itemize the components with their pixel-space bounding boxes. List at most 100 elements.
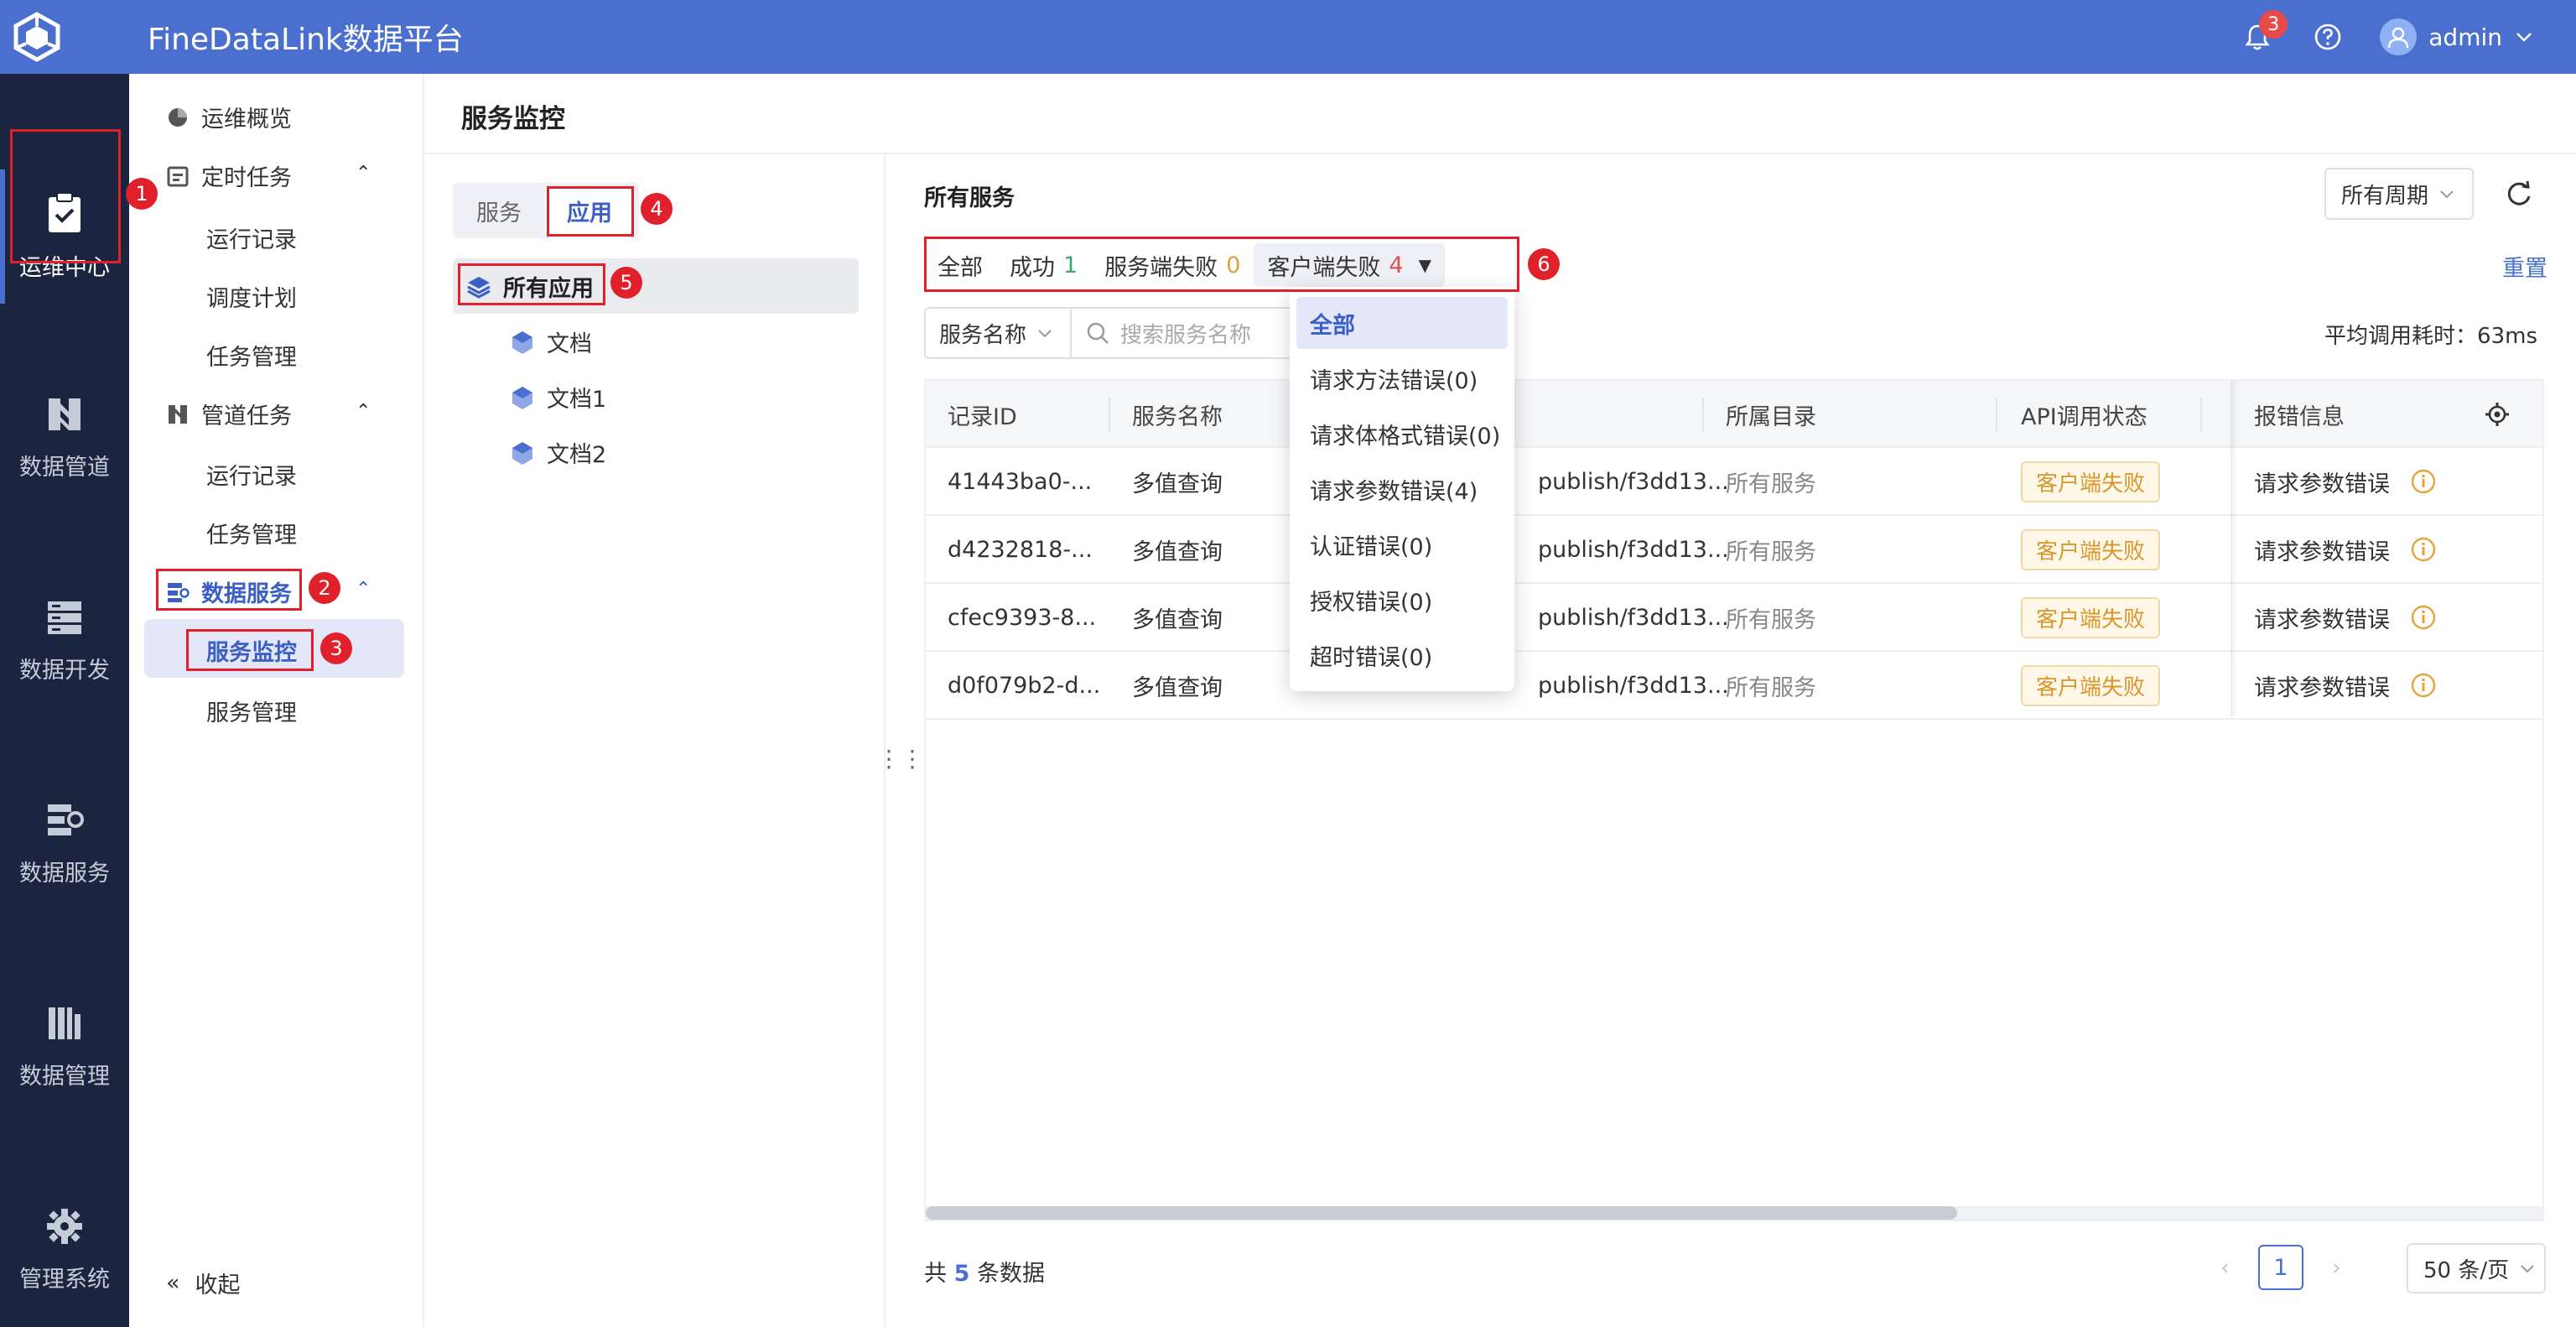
tree-node-doc1[interactable]: 文档1: [510, 381, 606, 414]
username: admin: [2428, 23, 2502, 51]
app-tree-panel: 服务 应用 所有应用 文档 文档1 文档2: [424, 154, 886, 1327]
total-count: 共 5 条数据: [924, 1261, 1045, 1287]
dropdown-option-method-error[interactable]: 请求方法错误(0): [1296, 352, 1508, 404]
service-icon: [48, 804, 84, 835]
refresh-button[interactable]: [2501, 176, 2537, 213]
help-icon: [2314, 23, 2341, 50]
annotation-marker-3: 3: [320, 632, 352, 664]
rail-label: 管理系统: [19, 1266, 110, 1293]
tree-node-doc2[interactable]: 文档2: [510, 436, 606, 469]
user-menu[interactable]: admin: [2380, 18, 2534, 55]
error-info-icon[interactable]: [2410, 448, 2437, 515]
col-divider: [2200, 398, 2202, 431]
table-row[interactable]: d0f079b2-d... 多值查询 publish/f3dd13... 所有服…: [926, 652, 2542, 720]
cube-icon: [512, 441, 532, 465]
col-catalog: 所属目录: [1726, 403, 1816, 430]
annotation-box-5: [458, 263, 605, 305]
rail-item-data-service[interactable]: 数据服务: [0, 777, 129, 911]
annotation-marker-4: 4: [641, 193, 673, 225]
prev-page-button[interactable]: ‹: [2220, 1255, 2230, 1281]
pipeline-icon: [49, 398, 80, 430]
nav-group-pipeline-tasks[interactable]: 管道任务: [166, 398, 292, 430]
error-info-icon[interactable]: [2410, 516, 2437, 583]
col-api-status: API调用状态: [2021, 403, 2148, 430]
dropdown-option-body-format-error[interactable]: 请求体格式错误(0): [1296, 408, 1508, 460]
col-error-info: 报错信息: [2254, 403, 2345, 430]
rail-item-admin[interactable]: 管理系统: [0, 1183, 129, 1317]
dropdown-option-auth-error[interactable]: 认证错误(0): [1296, 518, 1508, 570]
page-title: 服务监控: [461, 104, 565, 134]
avatar: [2380, 18, 2418, 55]
app-logo[interactable]: [0, 0, 74, 74]
tree-node-doc[interactable]: 文档: [510, 325, 592, 358]
dropdown-option-timeout-error[interactable]: 超时错误(0): [1296, 629, 1508, 681]
nav-item-task-mgmt[interactable]: 任务管理: [206, 339, 297, 372]
rail-label: 数据管道: [19, 454, 110, 481]
annotation-box-6: [924, 237, 1519, 292]
nav-item-run-record[interactable]: 运行记录: [206, 221, 297, 254]
rail-item-data-pipeline[interactable]: 数据管道: [0, 371, 129, 505]
annotation-marker-6: 6: [1528, 248, 1560, 280]
nav-item-task-mgmt-2[interactable]: 任务管理: [206, 517, 297, 549]
reset-link[interactable]: 重置: [2502, 250, 2547, 283]
nav-item-run-record-2[interactable]: 运行记录: [206, 458, 297, 491]
rail-item-data-mgmt[interactable]: 数据管理: [0, 980, 129, 1114]
col-record-id: 记录ID: [948, 403, 1017, 430]
dropdown-option-all[interactable]: 全部: [1296, 297, 1508, 349]
col-divider: [1702, 398, 1704, 431]
main-content: 所有服务 所有周期 全部 成功 1 服务端失败 0 客户端失败 4 ▼ 重置 服…: [886, 154, 2576, 1327]
annotation-box-3: [186, 629, 314, 671]
page-button[interactable]: 1: [2257, 1245, 2303, 1290]
error-info-icon[interactable]: [2410, 652, 2437, 719]
nav-group-scheduled-tasks[interactable]: 定时任务: [166, 159, 292, 192]
dropdown-option-param-error[interactable]: 请求参数错误(4): [1296, 463, 1508, 515]
next-page-button[interactable]: ›: [2332, 1255, 2341, 1281]
app-title: FineDataLink数据平台: [148, 23, 464, 57]
table-row[interactable]: 41443ba0-... 多值查询 publish/f3dd13... 所有服务…: [926, 448, 2542, 516]
chevron-down-icon: [1038, 330, 1052, 338]
page-size-select[interactable]: 50 条/页: [2407, 1243, 2546, 1293]
col-divider: [1996, 398, 1997, 431]
top-header: FineDataLink数据平台 3 admin: [0, 0, 2576, 74]
nav-item-ops-overview[interactable]: 运维概览: [166, 101, 292, 133]
search-input[interactable]: 搜索服务名称: [1070, 307, 1296, 359]
nav-item-service-mgmt[interactable]: 服务管理: [206, 695, 297, 727]
section-title: 所有服务: [924, 185, 1015, 211]
scrollbar-thumb[interactable]: [926, 1206, 1957, 1220]
pagination: ‹ 1 ›: [2220, 1245, 2341, 1290]
notification-button[interactable]: 3: [2239, 10, 2288, 55]
tab-services[interactable]: 服务: [453, 183, 545, 238]
help-button[interactable]: [2309, 18, 2346, 55]
secondary-nav: 运维概览 定时任务 ⌃ 运行记录 调度计划 任务管理 管道任务 ⌃ 运行记录 任…: [129, 74, 424, 1327]
rail-item-data-dev[interactable]: 数据开发: [0, 574, 129, 708]
cube-icon: [512, 386, 532, 409]
chevron-up-icon[interactable]: ⌃: [356, 163, 371, 184]
refresh-icon: [2507, 180, 2531, 206]
nav-item-schedule-plan[interactable]: 调度计划: [206, 280, 297, 313]
annotation-marker-5: 5: [610, 267, 642, 299]
annotation-marker-1: 1: [126, 178, 158, 210]
pie-chart-icon: [169, 107, 187, 127]
search-icon: [1087, 322, 1109, 344]
table-row[interactable]: d4232818-... 多值查询 publish/f3dd13... 所有服务…: [926, 516, 2542, 584]
period-select[interactable]: 所有周期: [2324, 168, 2474, 220]
status-badge: 客户端失败: [2021, 596, 2161, 638]
dropdown-option-permission-error[interactable]: 授权错误(0): [1296, 574, 1508, 626]
table-row[interactable]: cfec9393-8... 多值查询 publish/f3dd13... 所有服…: [926, 584, 2542, 652]
search-field-select[interactable]: 服务名称: [924, 307, 1072, 359]
chevron-up-icon[interactable]: ⌃: [356, 401, 371, 422]
col-service-name: 服务名称: [1132, 403, 1223, 430]
rail-label: 数据开发: [19, 657, 110, 684]
error-info-icon[interactable]: [2410, 584, 2437, 651]
page-title-bar: 服务监控: [424, 74, 2576, 154]
status-badge: 客户端失败: [2021, 528, 2161, 570]
collapse-button[interactable]: « 收起: [166, 1267, 241, 1299]
fixed-column-shadow: [2231, 381, 2237, 716]
annotation-marker-2: 2: [309, 572, 340, 604]
annotation-box-4: [547, 186, 634, 237]
column-settings-button[interactable]: [2484, 381, 2511, 448]
double-chevron-left-icon: «: [166, 1270, 180, 1296]
pipeline-small-icon: [169, 404, 187, 424]
chevron-up-icon[interactable]: ⌃: [356, 579, 371, 600]
rail-label: 数据服务: [19, 860, 110, 887]
